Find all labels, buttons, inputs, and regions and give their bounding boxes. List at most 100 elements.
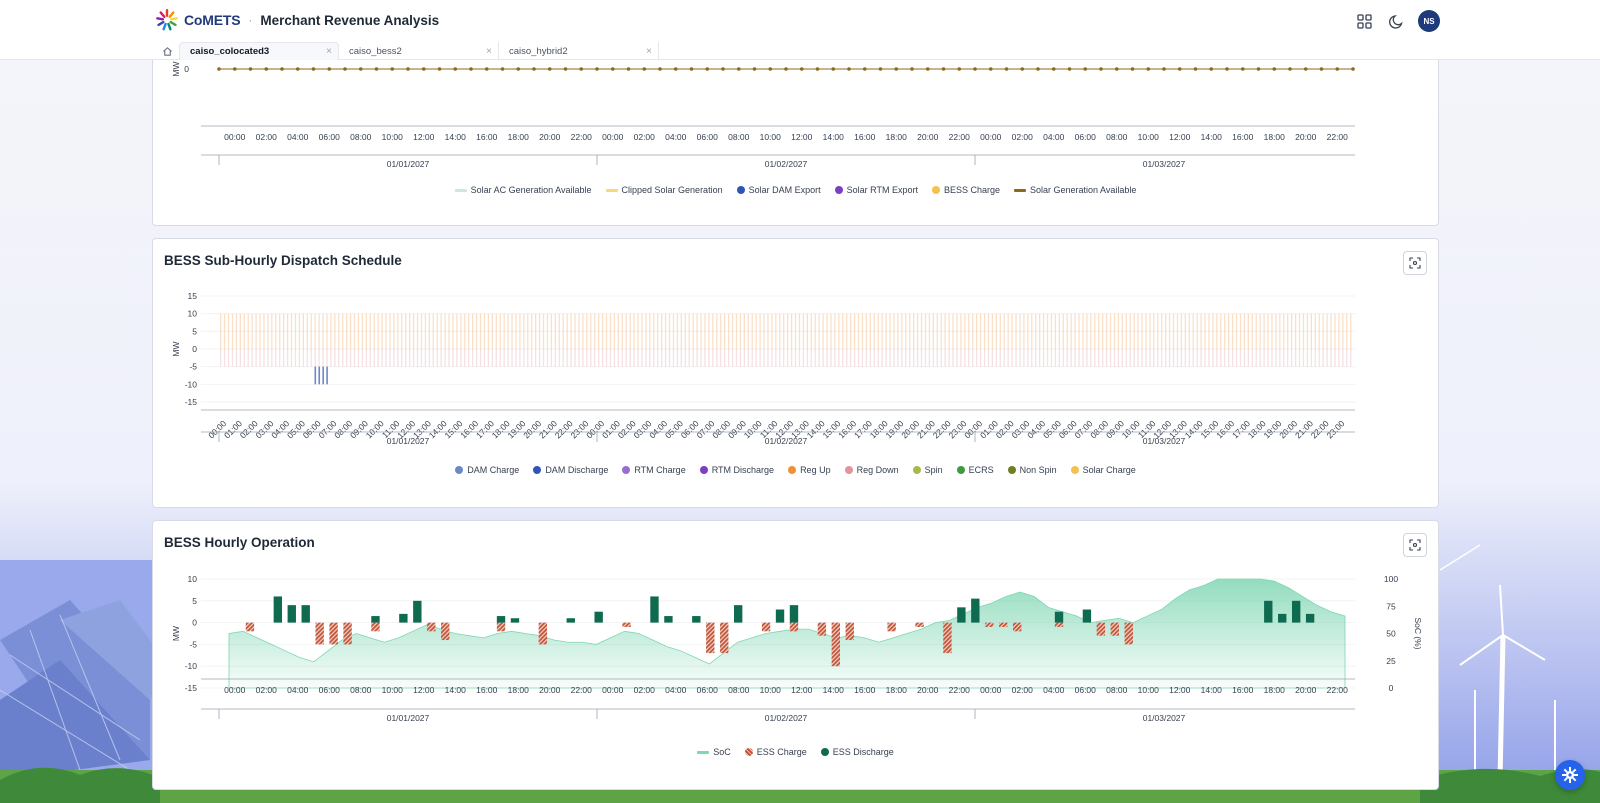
reg-up-bar: [704, 313, 706, 349]
legend-item[interactable]: SoC: [697, 747, 731, 757]
header-actions: NS: [1354, 10, 1440, 32]
reg-down-bar: [349, 349, 352, 367]
legend-item[interactable]: ESS Charge: [744, 747, 807, 757]
reg-up-bar: [574, 313, 576, 349]
reg-up-bar: [460, 313, 462, 349]
ess-charge-bar: [915, 622, 924, 627]
reg-up-bar: [751, 313, 753, 349]
reg-down-bar: [294, 349, 297, 367]
date-label: 01/03/2027: [1143, 713, 1186, 723]
reg-up-bar: [1042, 313, 1045, 349]
reg-down-bar: [680, 349, 682, 367]
legend-item[interactable]: Spin: [912, 465, 943, 475]
reg-down-bar: [1145, 349, 1147, 367]
reg-down-bar: [385, 349, 387, 367]
reg-down-bar: [346, 349, 348, 367]
reg-down-bar: [566, 349, 568, 367]
reg-down-bar: [472, 349, 474, 367]
legend-item[interactable]: ESS Discharge: [820, 747, 894, 757]
reg-down-bar: [700, 349, 702, 367]
reg-down-bar: [991, 349, 994, 367]
user-avatar[interactable]: NS: [1418, 10, 1440, 32]
solar-generation-point: [500, 67, 505, 71]
tab-caiso-colocated3[interactable]: caiso_colocated3 ×: [179, 42, 339, 60]
reg-up-bar: [1046, 313, 1049, 349]
reg-up-bar: [1196, 313, 1198, 349]
reg-down-bar: [259, 349, 261, 367]
x-tick-label: 16:00: [1232, 685, 1254, 695]
reg-up-bar: [487, 313, 490, 349]
reg-down-bar: [1322, 349, 1324, 367]
legend-item[interactable]: Solar RTM Export: [834, 185, 918, 195]
date-label: 01/03/2027: [1143, 159, 1186, 169]
solar-generation-point: [1351, 67, 1355, 71]
y2-tick-label: 0: [1389, 683, 1394, 693]
reg-down-bar: [409, 349, 411, 367]
solar-generation-point: [1288, 67, 1292, 71]
reg-up-bar: [1082, 313, 1084, 349]
close-icon[interactable]: ×: [486, 46, 492, 57]
tab-caiso-hybrid2[interactable]: caiso_hybrid2 ×: [499, 42, 659, 60]
reg-up-bar: [633, 313, 635, 349]
dark-mode-moon-icon[interactable]: [1386, 11, 1406, 31]
legend-item[interactable]: Reg Down: [844, 465, 899, 475]
legend-item[interactable]: ECRS: [956, 465, 994, 475]
reg-up-bar: [1050, 313, 1053, 349]
reg-down-bar: [692, 349, 694, 367]
reg-up-bar: [365, 313, 367, 349]
legend-item[interactable]: Clipped Solar Generation: [605, 185, 723, 195]
reg-down-bar: [641, 349, 643, 367]
reg-down-bar: [1259, 349, 1261, 367]
reg-up-bar: [1176, 313, 1179, 349]
reg-up-bar: [448, 313, 450, 349]
solar-generation-point: [595, 67, 599, 71]
legend-item[interactable]: Solar AC Generation Available: [454, 185, 592, 195]
legend-item[interactable]: Non Spin: [1007, 465, 1057, 475]
legend-item[interactable]: Solar DAM Export: [736, 185, 821, 195]
close-icon[interactable]: ×: [646, 46, 652, 57]
reg-up-bar: [913, 313, 915, 349]
x-tick-label: 14:00: [1201, 132, 1223, 142]
reg-down-bar: [979, 349, 982, 367]
reg-down-bar: [263, 349, 265, 367]
reg-down-bar: [759, 349, 761, 367]
reg-up-bar: [775, 313, 777, 349]
legend-item[interactable]: BESS Charge: [931, 185, 1000, 195]
reg-up-bar: [1346, 313, 1348, 349]
ess-charge-bar: [1054, 622, 1064, 627]
x-tick-label: 10:00: [382, 132, 404, 142]
legend-item[interactable]: Reg Up: [788, 465, 831, 475]
reg-up-bar: [1342, 313, 1344, 349]
tab-caiso-bess2[interactable]: caiso_bess2 ×: [339, 42, 499, 60]
legend-item[interactable]: DAM Charge: [455, 465, 519, 475]
app-grid-icon[interactable]: [1354, 11, 1374, 31]
legend-swatch: [834, 186, 843, 194]
reg-down-bar: [1054, 349, 1057, 367]
legend-label: DAM Charge: [467, 465, 520, 475]
x-tick-label: 04:00: [287, 685, 309, 695]
legend-item[interactable]: RTM Charge: [622, 465, 686, 475]
reg-up-bar: [598, 313, 600, 349]
reg-down-bar: [968, 349, 970, 367]
solar-chart: 0MW 00:00 02:00 04:00 06:00 08:00 10:00 12:00 14…: [171, 61, 1355, 169]
solar-generation-point: [579, 67, 584, 71]
legend-item[interactable]: RTM Discharge: [699, 465, 774, 475]
reg-down-bar: [227, 349, 230, 367]
home-tab[interactable]: [155, 42, 179, 60]
close-icon[interactable]: ×: [326, 46, 332, 57]
reg-down-bar: [1153, 349, 1155, 367]
solar-generation-point: [1303, 67, 1308, 71]
legend-item[interactable]: Solar Generation Available: [1014, 185, 1136, 195]
reg-up-bar: [956, 313, 958, 349]
x-tick-label: 16:00: [476, 132, 498, 142]
reg-up-bar: [346, 313, 348, 349]
legend-item[interactable]: Solar Charge: [1070, 465, 1136, 475]
legend-item[interactable]: DAM Discharge: [533, 465, 608, 475]
legend-label: ECRS: [968, 465, 994, 475]
solar-generation-point: [1256, 67, 1261, 71]
reg-down-bar: [1298, 349, 1301, 367]
solar-generation-point: [658, 67, 662, 71]
reg-down-bar: [515, 349, 517, 367]
solar-generation-point: [1130, 67, 1135, 71]
assistant-button[interactable]: [1555, 760, 1585, 790]
